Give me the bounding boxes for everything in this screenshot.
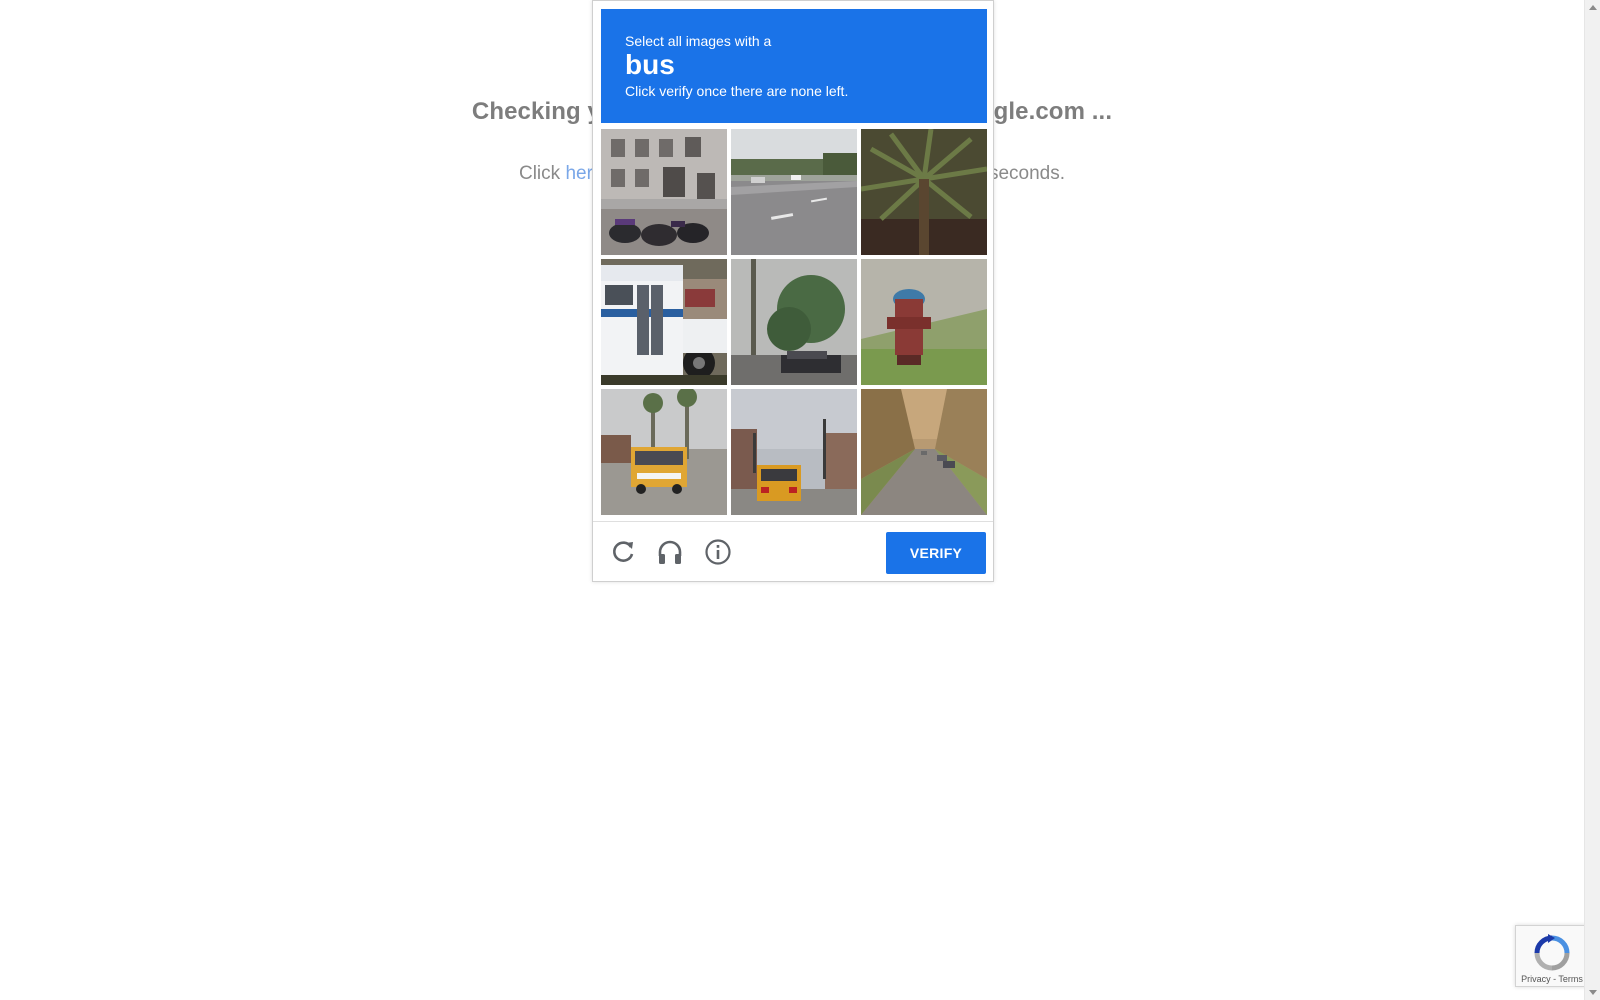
recaptcha-logo-icon — [1533, 934, 1571, 972]
info-icon[interactable] — [704, 538, 732, 566]
reload-icon[interactable] — [609, 538, 637, 566]
prompt-instruction: Select all images with a — [625, 33, 772, 49]
challenge-footer: VERIFY — [593, 521, 993, 582]
page-scrollbar[interactable] — [1584, 0, 1600, 1000]
image-tile-2[interactable] — [731, 129, 857, 255]
scroll-down-icon[interactable] — [1589, 990, 1597, 995]
recaptcha-badge[interactable]: Privacy - Terms — [1515, 925, 1587, 987]
image-tile-9[interactable] — [861, 389, 987, 515]
image-tile-5[interactable] — [731, 259, 857, 385]
badge-links[interactable]: Privacy - Terms — [1516, 974, 1588, 984]
image-tile-8[interactable] — [731, 389, 857, 515]
headphones-icon[interactable] — [656, 538, 684, 566]
image-tile-6[interactable] — [861, 259, 987, 385]
image-tile-7[interactable] — [601, 389, 727, 515]
prompt-keyword: bus — [625, 49, 675, 80]
image-grid — [601, 129, 987, 515]
image-tile-1[interactable] — [601, 129, 727, 255]
image-tile-3[interactable] — [861, 129, 987, 255]
verify-button[interactable]: VERIFY — [886, 532, 986, 574]
challenge-prompt: Select all images with a bus Click verif… — [601, 9, 987, 123]
prompt-hint: Click verify once there are none left. — [625, 83, 849, 99]
scroll-up-icon[interactable] — [1589, 5, 1597, 10]
image-tile-4[interactable] — [601, 259, 727, 385]
captcha-challenge: Select all images with a bus Click verif… — [592, 0, 994, 582]
redirect-prefix: Click — [518, 163, 566, 184]
